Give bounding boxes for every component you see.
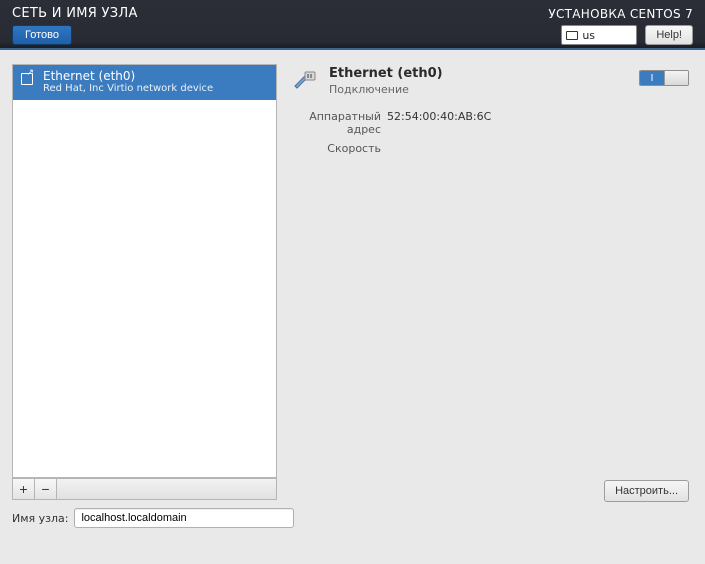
install-title: УСТАНОВКА CENTOS 7	[548, 7, 693, 21]
interface-status: Подключение	[329, 83, 443, 96]
keyboard-layout-label: us	[582, 29, 595, 42]
header: СЕТЬ И ИМЯ УЗЛА УСТАНОВКА CENTOS 7 Готов…	[0, 0, 705, 50]
device-item[interactable]: Ethernet (eth0) Red Hat, Inc Virtio netw…	[13, 65, 276, 100]
speed-label: Скорость	[291, 142, 387, 155]
interface-title: Ethernet (eth0)	[329, 66, 443, 81]
body: Ethernet (eth0) Red Hat, Inc Virtio netw…	[0, 50, 705, 540]
page-title: СЕТЬ И ИМЯ УЗЛА	[12, 6, 138, 21]
device-list[interactable]: Ethernet (eth0) Red Hat, Inc Virtio netw…	[12, 64, 277, 478]
keyboard-icon	[566, 31, 578, 40]
remove-device-button[interactable]: −	[35, 479, 57, 499]
help-button[interactable]: Help!	[645, 25, 693, 45]
device-vendor: Red Hat, Inc Virtio network device	[43, 83, 213, 94]
connection-toggle[interactable]: I	[639, 70, 689, 86]
toggle-knob	[664, 71, 688, 85]
add-remove-toolbar: + −	[12, 478, 277, 500]
add-device-button[interactable]: +	[13, 479, 35, 499]
network-card-icon	[19, 71, 35, 87]
device-details-panel: Ethernet (eth0) Подключение I Аппаратный…	[287, 64, 693, 500]
ethernet-icon	[291, 68, 319, 92]
toggle-on-label: I	[640, 71, 664, 85]
configure-button[interactable]: Настроить...	[604, 480, 689, 502]
device-name: Ethernet (eth0)	[43, 69, 213, 83]
keyboard-indicator[interactable]: us	[561, 25, 637, 45]
hostname-input[interactable]	[74, 508, 294, 528]
hw-address-label: Аппаратный адрес	[291, 110, 387, 136]
done-button[interactable]: Готово	[12, 25, 72, 45]
hostname-label: Имя узла:	[12, 512, 68, 525]
hw-address-value: 52:54:00:40:AB:6C	[387, 110, 687, 136]
speed-value	[387, 142, 687, 155]
